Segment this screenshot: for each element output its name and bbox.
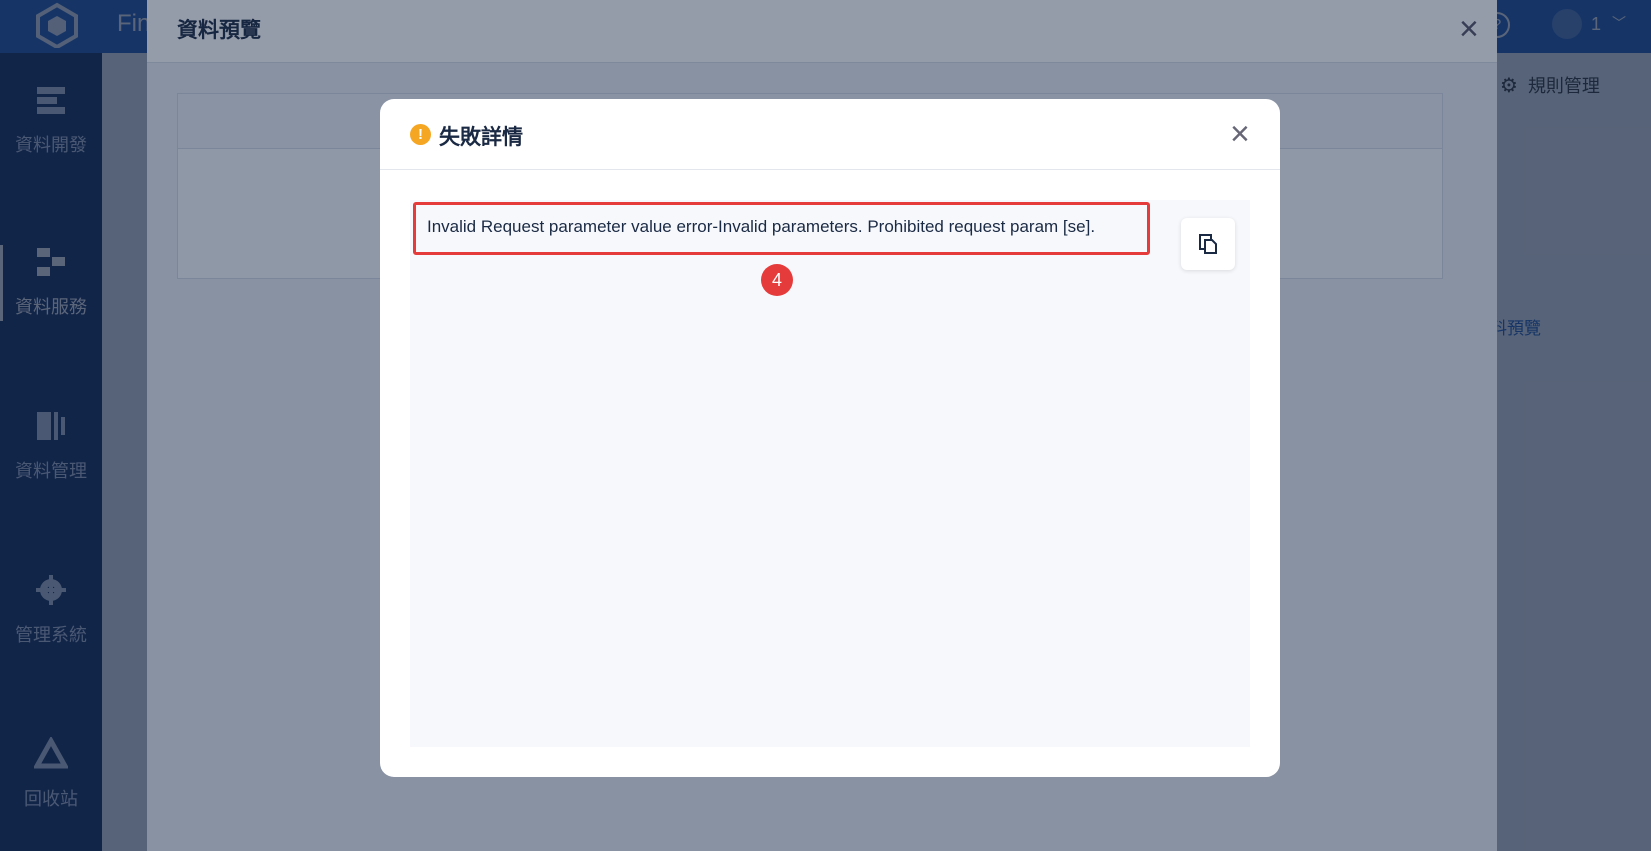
step-badge: 4 (761, 264, 793, 296)
error-message: Invalid Request parameter value error-In… (427, 217, 1096, 236)
warning-icon: ! (410, 124, 431, 145)
copy-icon (1199, 234, 1217, 254)
close-icon[interactable]: × (1230, 117, 1250, 151)
error-detail-box: Invalid Request parameter value error-In… (410, 200, 1250, 747)
dialog-title: 失敗詳情 (439, 126, 523, 149)
failure-detail-dialog: ! 失敗詳情 × Invalid Request parameter value… (380, 99, 1280, 777)
copy-button[interactable] (1181, 218, 1235, 270)
dialog-header: ! 失敗詳情 × (380, 99, 1280, 170)
